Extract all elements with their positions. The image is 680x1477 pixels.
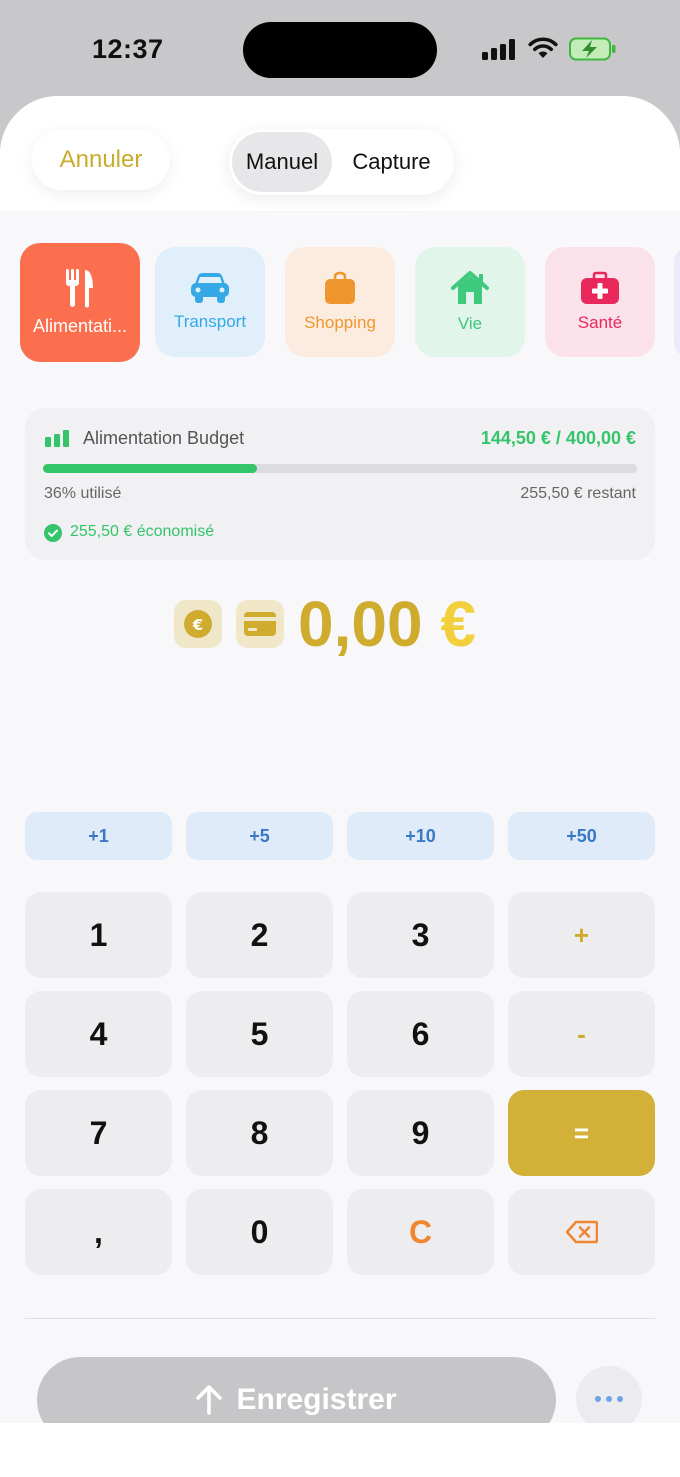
key-plus[interactable]: + <box>508 892 655 978</box>
cellular-signal-icon <box>482 38 518 60</box>
svg-text:€: € <box>192 616 203 634</box>
key-2[interactable]: 2 <box>186 892 333 978</box>
fork-knife-icon <box>66 269 93 308</box>
quick-add-10-button[interactable]: +10 <box>347 812 494 860</box>
budget-amount: 144,50 € / 400,00 € <box>480 428 636 448</box>
category-transport[interactable]: Transport <box>155 247 265 357</box>
key-3[interactable]: 3 <box>347 892 494 978</box>
medical-kit-icon <box>581 271 619 304</box>
battery-charging-icon <box>569 37 616 61</box>
key-equals[interactable]: = <box>508 1090 655 1176</box>
key-clear[interactable]: C <box>347 1189 494 1275</box>
checkmark-circle-icon <box>44 524 62 542</box>
budget-card: Alimentation Budget 144,50 € / 400,00 € … <box>25 408 655 560</box>
house-icon <box>451 271 489 304</box>
add-expense-sheet: Annuler Manuel Capture Alimentati... Tra… <box>0 96 680 1477</box>
budget-title: Alimentation Budget <box>83 428 245 448</box>
divider <box>25 1318 655 1319</box>
quick-add-50-button[interactable]: +50 <box>508 812 655 860</box>
cancel-button[interactable]: Annuler <box>32 130 170 190</box>
key-6[interactable]: 6 <box>347 991 494 1077</box>
arrow-up-icon <box>196 1385 223 1415</box>
quick-add-1-button[interactable]: +1 <box>25 812 172 860</box>
card-payment-button[interactable] <box>236 600 284 648</box>
key-backspace[interactable] <box>508 1189 655 1275</box>
wifi-icon <box>528 37 558 58</box>
key-comma[interactable]: , <box>25 1189 172 1275</box>
save-label: Enregistrer <box>236 1383 397 1416</box>
category-label: Alimentati... <box>32 316 128 336</box>
budget-saved: 255,50 € économisé <box>70 523 215 540</box>
category-sante[interactable]: Santé <box>545 247 655 357</box>
key-8[interactable]: 8 <box>186 1090 333 1176</box>
bottom-safe-area <box>0 1423 680 1477</box>
quick-add-5-button[interactable]: +5 <box>186 812 333 860</box>
category-alimentation[interactable]: Alimentati... <box>20 243 140 362</box>
tab-capture[interactable]: Capture <box>332 132 451 192</box>
sheet-header: Annuler Manuel Capture <box>0 96 680 211</box>
cash-payment-button[interactable]: € <box>174 600 222 648</box>
credit-card-icon <box>244 612 276 636</box>
category-label: Vie <box>457 314 483 333</box>
key-4[interactable]: 4 <box>25 991 172 1077</box>
bag-icon <box>325 271 355 304</box>
dynamic-island <box>243 22 437 78</box>
car-icon <box>191 273 229 303</box>
backspace-icon <box>565 1220 598 1244</box>
amount-value: 0,00 <box>298 588 423 660</box>
status-time: 12:37 <box>92 34 164 64</box>
key-0[interactable]: 0 <box>186 1189 333 1275</box>
key-minus[interactable]: - <box>508 991 655 1077</box>
key-1[interactable]: 1 <box>25 892 172 978</box>
chart-bars-icon <box>45 430 69 447</box>
amount-display: 0,00 € <box>298 584 476 664</box>
budget-progress-track <box>43 464 637 473</box>
euro-coin-icon: € <box>184 610 212 638</box>
amount-currency: € <box>440 588 476 660</box>
budget-used: 36% utilisé <box>44 485 122 502</box>
budget-remaining: 255,50 € restant <box>520 485 636 502</box>
mode-segmented-control: Manuel Capture <box>229 129 454 195</box>
category-vie[interactable]: Vie <box>415 247 525 357</box>
key-5[interactable]: 5 <box>186 991 333 1077</box>
category-label: Shopping <box>304 313 376 332</box>
budget-progress-fill <box>43 464 257 473</box>
status-bar: 12:37 <box>0 0 680 96</box>
category-next-peek[interactable] <box>674 247 680 357</box>
key-7[interactable]: 7 <box>25 1090 172 1176</box>
key-9[interactable]: 9 <box>347 1090 494 1176</box>
tab-manuel[interactable]: Manuel <box>232 132 332 192</box>
category-shopping[interactable]: Shopping <box>285 247 395 357</box>
category-label: Santé <box>577 313 623 332</box>
ellipsis-icon <box>595 1396 601 1402</box>
category-label: Transport <box>173 312 247 331</box>
